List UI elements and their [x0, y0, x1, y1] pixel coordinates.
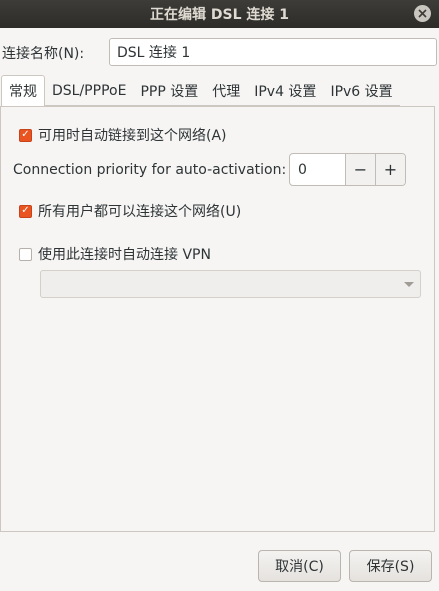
auto-connect-label: 可用时自动链接到这个网络(A) [38, 128, 227, 144]
tab-dsl-pppoe[interactable]: DSL/PPPoE [45, 76, 134, 106]
tab-ppp-settings-label: PPP 设置 [140, 83, 199, 100]
save-button[interactable]: 保存(S) [349, 550, 432, 582]
priority-spinbutton[interactable]: 0 − + [289, 153, 406, 186]
priority-value[interactable]: 0 [290, 154, 345, 185]
all-users-checkbox[interactable]: ✓ [19, 204, 32, 218]
auto-vpn-label: 使用此连接时自动连接 VPN [38, 247, 211, 263]
connection-name-value: DSL 连接 1 [117, 45, 191, 61]
priority-decrement-button[interactable]: − [345, 154, 375, 185]
save-button-label: 保存(S) [366, 559, 415, 575]
tab-bar: 常规 DSL/PPPoE PPP 设置 代理 IPv4 设置 IPv6 设置 [1, 75, 400, 106]
tab-general-label: 常规 [9, 84, 37, 100]
all-users-label: 所有用户都可以连接这个网络(U) [38, 204, 242, 220]
vpn-select[interactable] [40, 270, 421, 298]
tab-ipv4-settings[interactable]: IPv4 设置 [247, 76, 324, 106]
auto-connect-checkbox[interactable]: ✓ [19, 128, 32, 142]
auto-vpn-checkbox[interactable] [19, 247, 32, 261]
priority-label: Connection priority for auto-activation: [13, 162, 287, 178]
tab-ipv4-settings-label: IPv4 设置 [254, 83, 317, 100]
priority-increment-button[interactable]: + [375, 154, 405, 185]
auto-connect-row[interactable]: ✓ 可用时自动链接到这个网络(A) [19, 125, 227, 145]
tab-proxy[interactable]: 代理 [205, 76, 248, 106]
tab-general[interactable]: 常规 [1, 75, 45, 106]
close-icon [418, 9, 427, 18]
cancel-button[interactable]: 取消(C) [258, 550, 341, 582]
window-title: 正在编辑 DSL 连接 1 [150, 7, 289, 23]
tab-proxy-label: 代理 [212, 83, 241, 100]
connection-name-row: 连接名称(N): DSL 连接 1 [0, 38, 439, 66]
connection-name-input[interactable]: DSL 连接 1 [109, 38, 437, 66]
tab-dsl-pppoe-label: DSL/PPPoE [52, 82, 127, 99]
close-button[interactable] [414, 5, 431, 22]
tab-ppp-settings[interactable]: PPP 设置 [133, 76, 206, 106]
chevron-down-icon [404, 282, 414, 287]
connection-name-label: 连接名称(N): [2, 46, 85, 62]
window-titlebar: 正在编辑 DSL 连接 1 [0, 0, 439, 28]
tab-ipv6-settings[interactable]: IPv6 设置 [323, 76, 400, 106]
all-users-row[interactable]: ✓ 所有用户都可以连接这个网络(U) [19, 201, 241, 221]
cancel-button-label: 取消(C) [275, 559, 324, 575]
tab-ipv6-settings-label: IPv6 设置 [330, 83, 393, 100]
auto-vpn-row[interactable]: 使用此连接时自动连接 VPN [19, 244, 211, 264]
